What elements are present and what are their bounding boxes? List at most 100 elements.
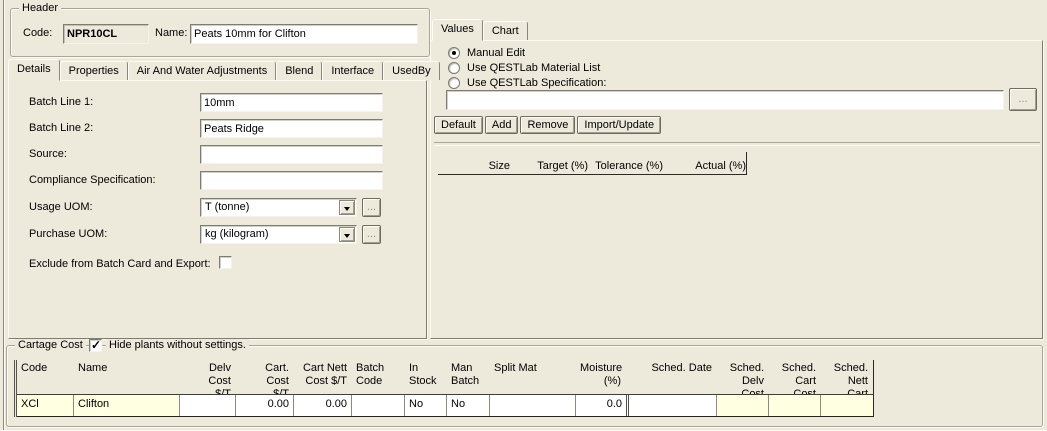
chevron-down-icon[interactable] xyxy=(339,227,355,242)
cartage-column-cart-nett-cost-t: Cart NettCost $/T xyxy=(294,360,352,394)
selected-value: T (tonne) xyxy=(205,201,249,214)
cartage-column-code: Code xyxy=(17,360,74,394)
column-label-line1: Sched. Date xyxy=(633,362,712,375)
header-group-label: Header xyxy=(19,2,61,15)
cell-sched-delv-cost[interactable] xyxy=(717,395,769,416)
selected-value: kg (kilogram) xyxy=(205,228,269,241)
column-label-line2: (%) xyxy=(580,375,621,388)
import-update-button[interactable]: Import/Update xyxy=(577,116,661,134)
exclude-checkbox[interactable] xyxy=(219,256,232,269)
cartage-column-man-batch: ManBatch xyxy=(447,360,490,394)
usage-uom-browse-button: ... xyxy=(362,198,381,217)
cartage-group-label: Cartage Cost xyxy=(15,339,86,352)
cartage-cost-groupbox: Cartage Cost Hide plants without setting… xyxy=(6,345,1043,427)
column-label-line1: Batch xyxy=(356,362,400,375)
cell-batch-code[interactable] xyxy=(352,395,405,416)
tab-blend[interactable]: Blend xyxy=(276,61,322,80)
cell-man-batch[interactable]: No xyxy=(447,395,490,416)
cell-in-stock[interactable]: No xyxy=(405,395,447,416)
remove-button[interactable]: Remove xyxy=(520,116,575,134)
column-label-line1: Man xyxy=(451,362,485,375)
column-header-tolerance: Tolerance (%) xyxy=(588,160,663,172)
name-label: Name: xyxy=(155,27,187,40)
column-label-line2: Batch xyxy=(451,375,485,388)
cartage-column-sched-cart-cost: Sched.Cart Cost xyxy=(769,360,821,394)
tab-properties[interactable]: Properties xyxy=(60,61,128,80)
column-label-line2: Delv Cost xyxy=(721,375,764,394)
batch-line-2-label: Batch Line 2: xyxy=(29,122,93,135)
separator-line xyxy=(434,142,1040,145)
hide-plants-label: Hide plants without settings. xyxy=(106,339,249,352)
cell-split-mat[interactable] xyxy=(490,395,576,416)
source-label: Source: xyxy=(29,148,67,161)
column-header-target: Target (%) xyxy=(510,160,588,172)
column-label-line1: Sched. xyxy=(721,362,764,375)
tab-chart[interactable]: Chart xyxy=(483,21,528,40)
column-label-line1: Code xyxy=(21,362,69,375)
tab-usedby[interactable]: UsedBy xyxy=(383,61,440,80)
source-input[interactable] xyxy=(200,145,383,164)
column-label-line2: Code xyxy=(356,375,400,388)
compliance-specification-input[interactable] xyxy=(200,171,383,190)
tab-details[interactable]: Details xyxy=(8,59,60,81)
window-left-edge-highlight xyxy=(4,0,5,431)
values-action-buttons: DefaultAddRemoveImport/Update xyxy=(434,116,661,134)
column-label-line2: Nett Cart xyxy=(825,375,868,394)
cell-cart-cost-t[interactable]: 0.00 xyxy=(236,395,294,416)
specification-input[interactable] xyxy=(446,90,1004,110)
cell-sched-date[interactable] xyxy=(626,395,717,416)
column-label-line2: Cost $/T xyxy=(298,375,347,388)
tab-air-and-water-adjustments[interactable]: Air And Water Adjustments xyxy=(128,61,276,80)
batch-line-1-input[interactable] xyxy=(200,93,383,112)
cell-delv-cost-t[interactable] xyxy=(180,395,236,416)
column-label-line1: In xyxy=(409,362,442,375)
cartage-column-in-stock: InStock xyxy=(405,360,447,394)
cartage-column-cart-cost-t: Cart. Cost$/T xyxy=(236,360,294,394)
purchase-uom-label: Purchase UOM: xyxy=(29,228,107,241)
column-header-size: Size xyxy=(438,160,510,172)
cell-name[interactable]: Clifton xyxy=(74,395,180,416)
usage-uom-label: Usage UOM: xyxy=(29,201,93,214)
cartage-table-row[interactable]: XClClifton 0.000.00 NoNo 0.0 xyxy=(17,394,873,417)
specification-browse-button: ... xyxy=(1009,88,1037,111)
cartage-table: CodeNameDelv Cost$/TCart. Cost$/TCart Ne… xyxy=(14,360,874,417)
column-label-line2: Stock xyxy=(409,375,442,388)
code-field: NPR10CL xyxy=(63,24,149,44)
cartage-column-batch-code: BatchCode xyxy=(352,360,405,394)
column-label-line1: Split Mat xyxy=(494,362,571,375)
details-tab-strip: DetailsPropertiesAir And Water Adjustmen… xyxy=(8,59,440,80)
cartage-column-moisture: Moisture(%) xyxy=(576,360,626,394)
cell-sched-nett-cart[interactable] xyxy=(821,395,873,416)
hide-plants-checkbox[interactable] xyxy=(89,339,102,352)
cell-code[interactable]: XCl xyxy=(17,395,74,416)
batch-line-2-input[interactable] xyxy=(200,119,383,138)
column-label-line1: Delv Cost xyxy=(184,362,231,388)
add-button[interactable]: Add xyxy=(485,116,519,134)
tab-values[interactable]: Values xyxy=(432,19,483,41)
cartage-column-sched-date: Sched. Date xyxy=(626,360,717,394)
name-input[interactable] xyxy=(190,24,418,44)
values-panel: Manual Edit Use QESTLab Material List Use … xyxy=(430,40,1043,339)
purchase-uom-browse-button: ... xyxy=(362,225,381,244)
cell-sched-cart-cost[interactable] xyxy=(769,395,821,416)
column-label-line1: Moisture xyxy=(580,362,621,375)
column-label-line1: Cart Nett xyxy=(298,362,347,375)
chevron-down-icon[interactable] xyxy=(339,200,355,215)
cartage-table-header: CodeNameDelv Cost$/TCart. Cost$/TCart Ne… xyxy=(17,360,873,394)
column-header-actual: Actual (%) xyxy=(663,160,746,172)
radio-use-qestlab-material-list-label[interactable]: Use QESTLab Material List xyxy=(467,62,600,75)
compliance-specification-label: Compliance Specification: xyxy=(29,174,156,187)
radio-use-qestlab-specification-label[interactable]: Use QESTLab Specification: xyxy=(467,77,606,90)
cell-cart-nett-cost-t[interactable]: 0.00 xyxy=(294,395,352,416)
purchase-uom-select[interactable]: kg (kilogram) xyxy=(200,225,357,244)
radio-use-qestlab-specification[interactable] xyxy=(448,77,460,89)
default-button[interactable]: Default xyxy=(434,116,483,134)
radio-manual-edit-label[interactable]: Manual Edit xyxy=(467,47,525,60)
tab-interface[interactable]: Interface xyxy=(322,61,383,80)
cell-moisture[interactable]: 0.0 xyxy=(576,395,626,416)
radio-manual-edit[interactable] xyxy=(448,47,460,59)
cartage-column-delv-cost-t: Delv Cost$/T xyxy=(180,360,236,394)
usage-uom-select[interactable]: T (tonne) xyxy=(200,198,357,217)
radio-use-qestlab-material-list[interactable] xyxy=(448,62,460,74)
exclude-label: Exclude from Batch Card and Export: xyxy=(29,258,211,271)
